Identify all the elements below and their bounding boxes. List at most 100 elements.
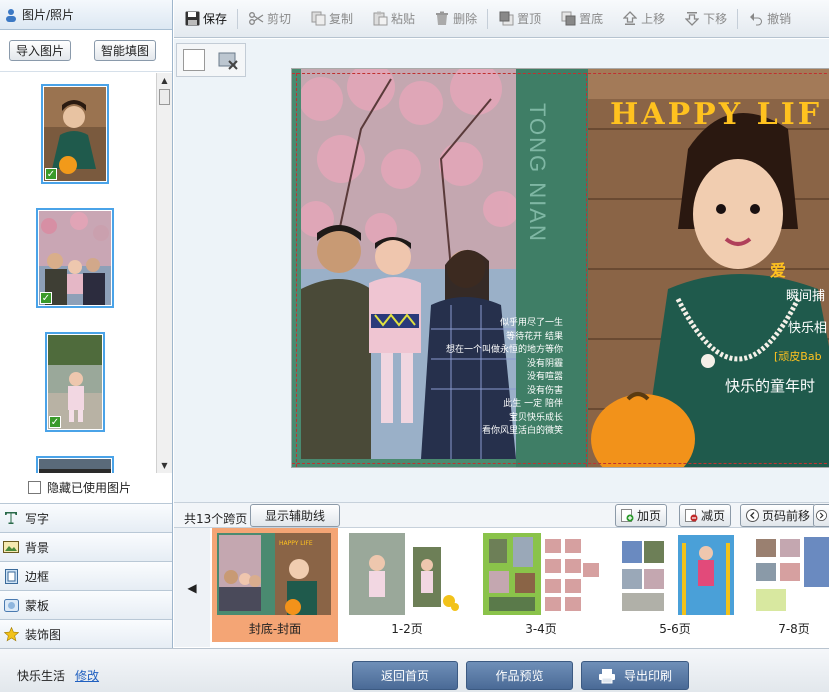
back-cover-page[interactable]: TONG NIAN 似乎用尽了一生 等待花开 结果 想在一个叫做永恒的地方等你 …	[301, 69, 588, 467]
photo-thumb[interactable]: ✓	[36, 208, 114, 308]
strip-scroll-left[interactable]: ◀	[174, 528, 210, 647]
side-vertical-text[interactable]: TONG NIAN	[520, 103, 550, 303]
add-page-icon	[621, 509, 634, 522]
move-up-icon	[622, 11, 638, 27]
cover-text-naughty[interactable]: [顽皮Bab	[774, 348, 822, 364]
cover-text-moment[interactable]: 瞬间捕	[786, 285, 825, 304]
poem-line: 没有喧嚣	[526, 372, 563, 382]
poem-line: 没有阴霾	[526, 358, 563, 369]
hide-used-label: 隐藏已使用图片	[47, 481, 132, 495]
star-icon	[3, 626, 19, 642]
smart-fill-button[interactable]: 智能填图	[93, 40, 156, 61]
photo-panel-header: 图片/照片	[0, 0, 172, 30]
remove-page-label: 减页	[701, 509, 726, 523]
clear-layout-icon[interactable]	[217, 49, 239, 71]
copy-button[interactable]: 复制	[310, 10, 353, 27]
page-move-prev-label: 页码前移	[762, 509, 811, 523]
move-up-button[interactable]: 上移	[622, 10, 665, 27]
editor-canvas[interactable]: TONG NIAN 似乎用尽了一生 等待花开 结果 想在一个叫做永恒的地方等你 …	[174, 39, 829, 502]
toolbar-divider	[237, 8, 239, 29]
preview-button[interactable]: 作品预览	[466, 661, 573, 690]
guide-line	[292, 73, 829, 74]
cut-button[interactable]: 剪切	[248, 10, 291, 27]
page-move-next-button[interactable]	[813, 504, 829, 527]
photo-thumb[interactable]	[36, 456, 114, 473]
import-photos-button[interactable]: 导入图片	[9, 40, 72, 61]
text-icon	[3, 510, 19, 526]
photo-list-scrollbar[interactable]: ▲ ▼	[156, 73, 172, 473]
bring-to-top-button[interactable]: 置顶	[498, 10, 541, 27]
checkbox-box[interactable]	[28, 481, 41, 494]
page-thumb-label: 7-8页	[778, 622, 810, 636]
photo-image	[39, 459, 111, 473]
page-thumb-1-2[interactable]: 1-2页	[344, 528, 470, 642]
undo-button[interactable]: 撤销	[748, 10, 791, 27]
add-page-label: 加页	[637, 509, 662, 523]
undo-label: 撤销	[767, 12, 792, 26]
send-to-bottom-button[interactable]: 置底	[560, 10, 603, 27]
move-down-button[interactable]: 下移	[684, 10, 727, 27]
cover-text-childhood[interactable]: 快乐的童年时	[725, 375, 815, 396]
tool-decoration-label: 装饰图	[25, 627, 62, 642]
poem-line: 似乎用尽了一生	[499, 318, 563, 328]
page-thumb-3-4[interactable]: 3-4页	[478, 528, 604, 642]
page-thumb-label: 3-4页	[525, 622, 557, 636]
tool-frame[interactable]: 边框	[0, 561, 172, 590]
tool-text-label: 写字	[25, 511, 50, 526]
photo-thumb[interactable]: ✓	[41, 84, 109, 184]
svg-text:HAPPY LIFE: HAPPY LIFE	[279, 540, 313, 547]
printer-icon	[598, 668, 615, 683]
page-thumb-7-8[interactable]: 7-8页	[744, 528, 829, 642]
page-move-prev-button[interactable]: 页码前移	[740, 504, 817, 527]
modify-link[interactable]: 修改	[75, 669, 99, 683]
remove-page-icon	[685, 509, 698, 522]
frame-icon	[3, 568, 19, 584]
scroll-down-arrow-icon[interactable]: ▼	[157, 458, 172, 473]
save-icon	[184, 11, 200, 27]
tool-mask-label: 蒙板	[25, 598, 50, 613]
show-guides-button[interactable]: 显示辅助线	[250, 504, 341, 527]
arrow-right-circle-icon	[816, 510, 827, 521]
bottom-bar: 快乐生活 修改 返回首页 作品预览 导出印刷	[0, 648, 829, 692]
poem-line: 等待花开 结果	[506, 331, 563, 342]
guide-line	[292, 463, 829, 464]
remove-page-button[interactable]: 减页	[679, 504, 732, 527]
save-button[interactable]: 保存	[184, 10, 227, 27]
album-spread[interactable]: TONG NIAN 似乎用尽了一生 等待花开 结果 想在一个叫做永恒的地方等你 …	[291, 68, 829, 484]
hide-used-checkbox[interactable]: 隐藏已使用图片	[28, 479, 131, 496]
tool-background[interactable]: 背景	[0, 532, 172, 561]
delete-button[interactable]: 删除	[434, 10, 477, 27]
photo-thumb[interactable]: ✓	[45, 332, 105, 432]
triangle-left-icon: ◀	[187, 581, 197, 595]
home-button[interactable]: 返回首页	[352, 661, 458, 690]
mask-icon	[3, 597, 19, 613]
page-thumb-image	[618, 533, 734, 615]
tool-list: 写字 背景 边框 蒙板 装饰图	[0, 503, 172, 648]
tool-text[interactable]: 写字	[0, 503, 172, 532]
tool-mask[interactable]: 蒙板	[0, 590, 172, 619]
page-thumb-cover[interactable]: HAPPY LIFE 封底-封面	[212, 528, 338, 642]
edit-toolbar: 保存 剪切 复制 粘贴 删除 置顶 置底 上移 下移 撤销	[174, 0, 829, 38]
cover-text-happy[interactable]: 快乐相	[788, 317, 827, 336]
photo-actions: 导入图片 智能填图	[0, 30, 172, 72]
page-setting-icon[interactable]	[183, 49, 205, 71]
cover-poem[interactable]: 似乎用尽了一生 等待花开 结果 想在一个叫做永恒的地方等你 没有阴霾 没有喧嚣 …	[413, 317, 563, 439]
cut-label: 剪切	[267, 12, 292, 26]
page-thumb-5-6[interactable]: 5-6页	[612, 528, 738, 642]
add-page-button[interactable]: 加页	[615, 504, 668, 527]
page-thumbnail-strip: ◀ HAPPY LIFE 封底-封面 1-2页 3-4页 5-6页 7-8页	[174, 527, 829, 647]
photo-panel-title: 图片/照片	[22, 8, 75, 22]
tool-decoration[interactable]: 装饰图	[0, 619, 172, 648]
scroll-up-arrow-icon[interactable]: ▲	[157, 73, 172, 88]
cover-title[interactable]: HAPPY LIF	[610, 97, 822, 132]
cover-text-love[interactable]: 爱	[770, 257, 786, 281]
delete-label: 删除	[453, 12, 478, 26]
undo-icon	[748, 11, 764, 27]
move-up-label: 上移	[641, 12, 666, 26]
page-count: 共13个跨页	[184, 512, 248, 526]
user-photo-icon	[6, 8, 16, 22]
toolbar-divider	[737, 8, 739, 29]
paste-button[interactable]: 粘贴	[372, 10, 415, 27]
scrollbar-thumb[interactable]	[159, 89, 170, 105]
export-print-button[interactable]: 导出印刷	[581, 661, 689, 690]
